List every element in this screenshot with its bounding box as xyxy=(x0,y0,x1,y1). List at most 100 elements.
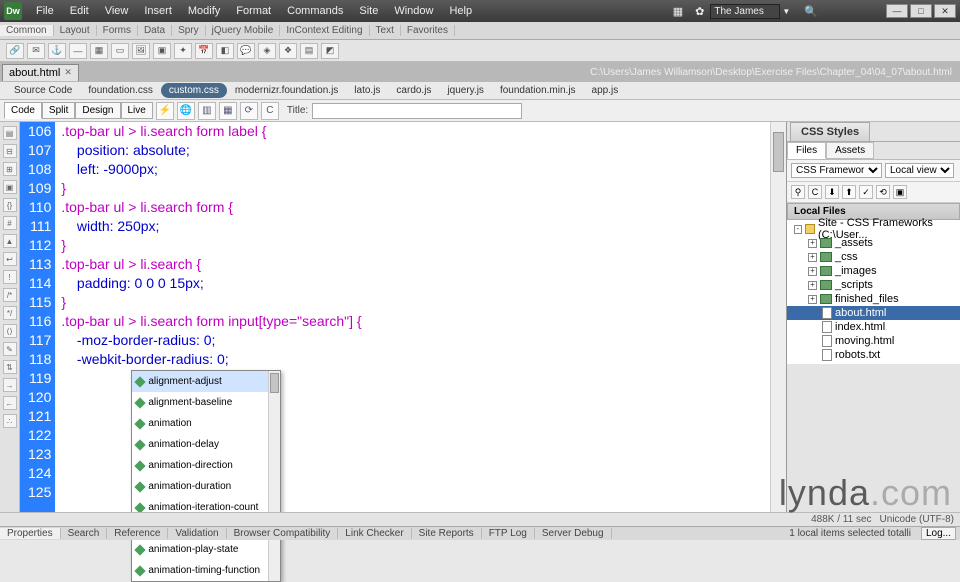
results-tab-validation[interactable]: Validation xyxy=(168,528,226,539)
insert-hyperlink-icon[interactable]: 🔗 xyxy=(6,43,24,59)
hints-scrollbar[interactable] xyxy=(268,371,280,581)
expand-icon[interactable]: ⊞ xyxy=(3,162,17,176)
menu-format[interactable]: Format xyxy=(228,5,279,17)
browser-preview-icon[interactable]: ▦ xyxy=(219,102,237,120)
expand-toggle-icon[interactable]: + xyxy=(808,267,817,276)
css-styles-panel-tab[interactable]: CSS Styles xyxy=(790,122,870,141)
insert-category-layout[interactable]: Layout xyxy=(54,25,97,36)
select-parent-icon[interactable]: ▣ xyxy=(3,180,17,194)
results-tab-properties[interactable]: Properties xyxy=(0,528,61,539)
insert-category-forms[interactable]: Forms xyxy=(97,25,138,36)
code-hint-item[interactable]: animation-delay xyxy=(132,434,280,455)
move-css-icon[interactable]: ⇅ xyxy=(3,360,17,374)
refresh-panel-icon[interactable]: C xyxy=(808,185,822,199)
menu-commands[interactable]: Commands xyxy=(279,5,351,17)
multiscreen-icon[interactable]: ▥ xyxy=(198,102,216,120)
tree-folder[interactable]: +_images xyxy=(787,264,960,278)
code-view-button[interactable]: Code xyxy=(4,102,42,119)
expand-toggle-icon[interactable]: + xyxy=(808,253,817,262)
insert-ssi-icon[interactable]: ◧ xyxy=(216,43,234,59)
live-view-button[interactable]: Live xyxy=(121,102,153,119)
insert-email-icon[interactable]: ✉ xyxy=(27,43,45,59)
insert-category-text[interactable]: Text xyxy=(370,25,401,36)
insert-image-icon[interactable]: 🖼 xyxy=(132,43,150,59)
menu-modify[interactable]: Modify xyxy=(180,5,228,17)
code-line[interactable]: } xyxy=(61,293,770,312)
insert-script-icon[interactable]: ❖ xyxy=(279,43,297,59)
search-icon[interactable]: 🔍 xyxy=(798,5,824,18)
close-icon[interactable]: ✕ xyxy=(64,67,72,78)
extension-icon[interactable]: ✿ xyxy=(689,5,710,18)
tree-site-root[interactable]: -Site - CSS Frameworks (C:\User... xyxy=(787,222,960,236)
expand-panel-icon[interactable]: ▣ xyxy=(893,185,907,199)
minimize-button[interactable]: — xyxy=(886,4,908,18)
related-file[interactable]: custom.css xyxy=(161,83,227,98)
code-line[interactable]: } xyxy=(61,179,770,198)
results-tab-site-reports[interactable]: Site Reports xyxy=(412,528,482,539)
code-line[interactable]: width: 250px; xyxy=(61,217,770,236)
code-line[interactable]: -webkit-border-radius: 0; xyxy=(61,350,770,369)
code-editor[interactable]: 1061071081091101111121131141151161171181… xyxy=(20,122,786,514)
related-file[interactable]: lato.js xyxy=(346,83,388,98)
live-code-icon[interactable]: ⚡ xyxy=(156,102,174,120)
tree-folder[interactable]: +_scripts xyxy=(787,278,960,292)
tree-file[interactable]: robots.txt xyxy=(787,348,960,362)
log-button[interactable]: Log... xyxy=(921,527,956,540)
refresh-icon[interactable]: C xyxy=(261,102,279,120)
code-line[interactable]: left: -9000px; xyxy=(61,160,770,179)
line-numbers-icon[interactable]: # xyxy=(3,216,17,230)
outdent-icon[interactable]: ← xyxy=(3,396,17,410)
indent-icon[interactable]: → xyxy=(3,378,17,392)
menu-help[interactable]: Help xyxy=(441,5,480,17)
insert-category-jquery-mobile[interactable]: jQuery Mobile xyxy=(206,25,281,36)
code-line[interactable]: padding: 0 0 0 15px; xyxy=(61,274,770,293)
menu-site[interactable]: Site xyxy=(351,5,386,17)
maximize-button[interactable]: □ xyxy=(910,4,932,18)
related-file[interactable]: cardo.js xyxy=(388,83,439,98)
insert-comment-icon[interactable]: 💬 xyxy=(237,43,255,59)
code-line[interactable]: .top-bar ul > li.search form { xyxy=(61,198,770,217)
related-file[interactable]: jquery.js xyxy=(439,83,492,98)
file-management-icon[interactable]: ⟳ xyxy=(240,102,258,120)
expand-toggle-icon[interactable]: + xyxy=(808,295,817,304)
code-line[interactable]: } xyxy=(61,236,770,255)
results-tab-link-checker[interactable]: Link Checker xyxy=(338,528,411,539)
insert-category-favorites[interactable]: Favorites xyxy=(401,25,455,36)
code-hint-item[interactable]: animation-duration xyxy=(132,476,280,497)
related-file[interactable]: foundation.min.js xyxy=(492,83,584,98)
layout-grid-icon[interactable]: ▦ xyxy=(667,5,689,18)
document-tab[interactable]: about.html ✕ xyxy=(2,64,79,81)
syntax-error-icon[interactable]: ! xyxy=(3,270,17,284)
menu-insert[interactable]: Insert xyxy=(136,5,180,17)
split-view-button[interactable]: Split xyxy=(42,102,75,119)
results-tab-reference[interactable]: Reference xyxy=(107,528,168,539)
balance-braces-icon[interactable]: {} xyxy=(3,198,17,212)
insert-category-spry[interactable]: Spry xyxy=(172,25,206,36)
title-input[interactable] xyxy=(312,103,522,119)
editor-scrollbar[interactable] xyxy=(770,122,786,514)
remove-comment-icon[interactable]: */ xyxy=(3,306,17,320)
scrollbar-thumb[interactable] xyxy=(270,373,279,393)
site-select[interactable]: CSS Framewor xyxy=(791,163,882,178)
insert-anchor-icon[interactable]: ⚓ xyxy=(48,43,66,59)
insert-category-common[interactable]: Common xyxy=(0,25,54,36)
results-tab-browser-compatibility[interactable]: Browser Compatibility xyxy=(227,528,339,539)
tree-folder[interactable]: +_css xyxy=(787,250,960,264)
code-hint-item[interactable]: animation-play-state xyxy=(132,539,280,560)
tree-file[interactable]: about.html xyxy=(787,306,960,320)
insert-div-icon[interactable]: ▭ xyxy=(111,43,129,59)
open-documents-icon[interactable]: ▤ xyxy=(3,126,17,140)
code-line[interactable]: .top-bar ul > li.search { xyxy=(61,255,770,274)
get-icon[interactable]: ⬇ xyxy=(825,185,839,199)
code-hint-item[interactable]: animation xyxy=(132,413,280,434)
checkout-icon[interactable]: ✓ xyxy=(859,185,873,199)
code-hint-item[interactable]: alignment-adjust xyxy=(132,371,280,392)
insert-table-icon[interactable]: ▦ xyxy=(90,43,108,59)
view-select[interactable]: Local view xyxy=(885,163,954,178)
code-line[interactable]: .top-bar ul > li.search form label { xyxy=(61,122,770,141)
files-tab[interactable]: Files xyxy=(787,142,826,159)
code-line[interactable]: -moz-border-radius: 0; xyxy=(61,331,770,350)
expand-toggle-icon[interactable]: - xyxy=(794,225,802,234)
related-file[interactable]: foundation.css xyxy=(80,83,161,98)
insert-category-incontext-editing[interactable]: InContext Editing xyxy=(280,25,369,36)
